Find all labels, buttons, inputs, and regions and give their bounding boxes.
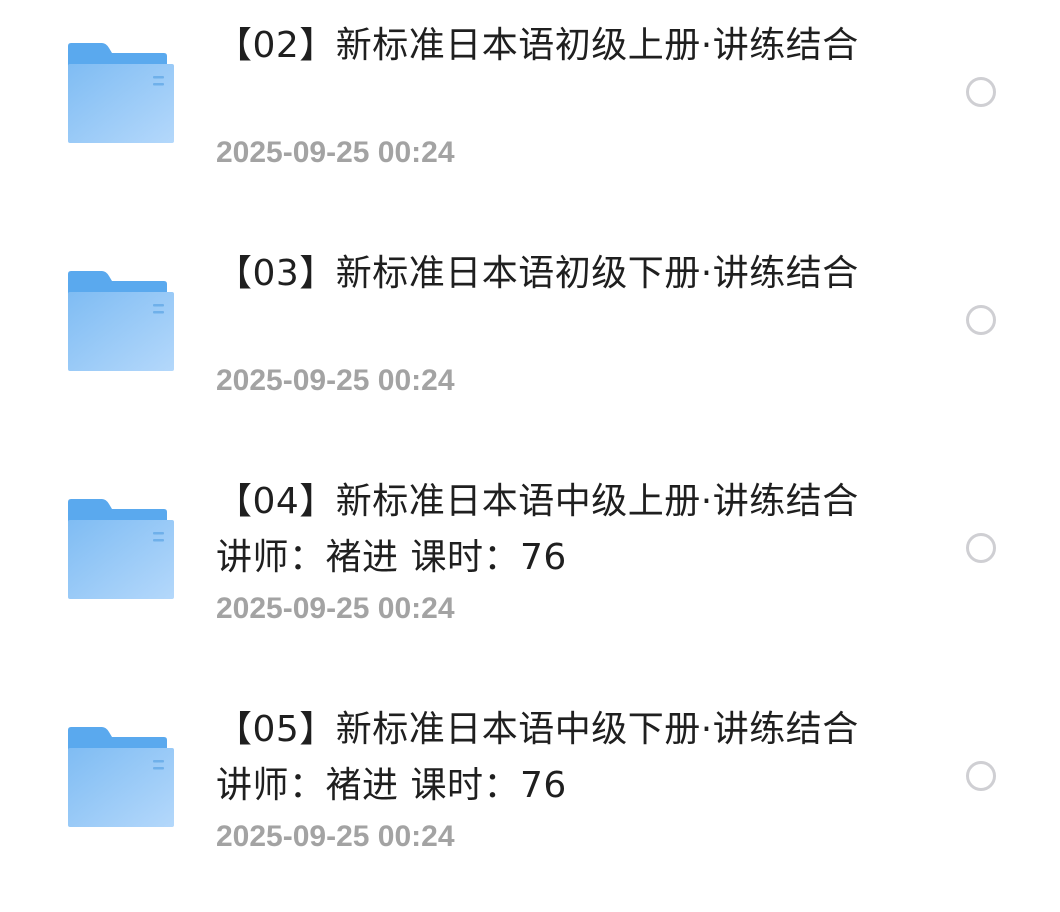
select-radio[interactable] — [966, 305, 996, 335]
folder-icon — [66, 43, 174, 143]
select-radio[interactable] — [966, 77, 996, 107]
file-row[interactable]: 【03】新标准日本语初级下册·讲练结合 2025-09-25 00:24 — [0, 228, 1060, 456]
file-name: 【05】新标准日本语中级下册·讲练结合 讲师：褚进 课时：76 — [216, 709, 859, 806]
file-name: 【03】新标准日本语初级下册·讲练结合 — [216, 253, 859, 294]
file-row[interactable]: 【05】新标准日本语中级下册·讲练结合 讲师：褚进 课时：76 2025-09-… — [0, 684, 1060, 912]
file-date: 2025-09-25 00:24 — [216, 136, 455, 169]
file-name: 【04】新标准日本语中级上册·讲练结合 讲师：褚进 课时：76 — [216, 481, 859, 578]
select-radio[interactable] — [966, 761, 996, 791]
file-date: 2025-09-25 00:24 — [216, 592, 455, 625]
file-name: 【02】新标准日本语初级上册·讲练结合 — [216, 25, 859, 66]
folder-icon — [66, 271, 174, 371]
file-row[interactable]: 【02】新标准日本语初级上册·讲练结合 2025-09-25 00:24 — [0, 0, 1060, 228]
file-list: 【02】新标准日本语初级上册·讲练结合 2025-09-25 00:24 【03… — [0, 0, 1060, 902]
folder-icon — [66, 727, 174, 827]
folder-icon — [66, 499, 174, 599]
file-row[interactable]: 【04】新标准日本语中级上册·讲练结合 讲师：褚进 课时：76 2025-09-… — [0, 456, 1060, 684]
file-date: 2025-09-25 00:24 — [216, 364, 455, 397]
file-date: 2025-09-25 00:24 — [216, 820, 455, 853]
select-radio[interactable] — [966, 533, 996, 563]
